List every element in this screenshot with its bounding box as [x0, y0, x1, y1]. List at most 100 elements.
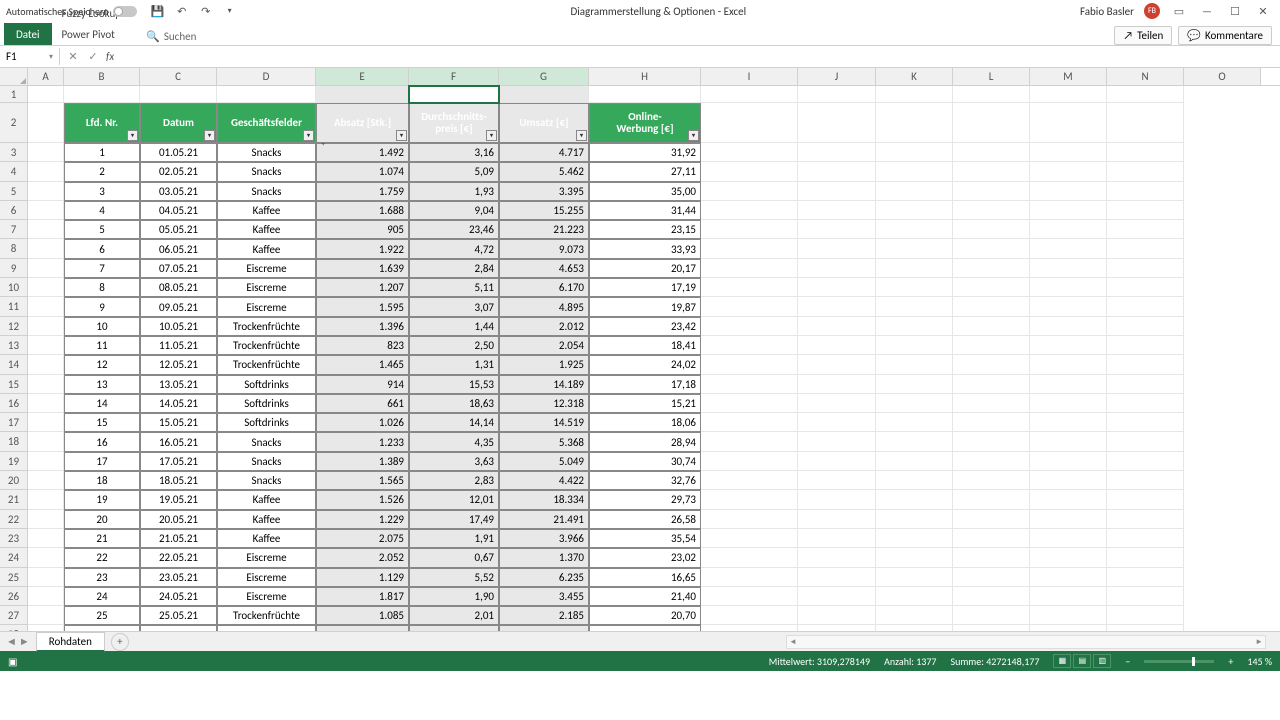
cell[interactable]	[1107, 413, 1184, 432]
cell[interactable]	[953, 259, 1030, 278]
cell-G1[interactable]	[499, 86, 589, 103]
cell[interactable]	[953, 355, 1030, 374]
page-break-view-icon[interactable]: ▥	[1093, 654, 1111, 668]
cell-datum[interactable]: 24.05.21	[140, 587, 217, 606]
row-header-19[interactable]: 19	[0, 452, 27, 471]
cell-lfdnr[interactable]: 2	[64, 162, 140, 181]
cell[interactable]	[798, 259, 876, 278]
cell-preis[interactable]: 5,52	[409, 568, 499, 587]
cell[interactable]	[28, 548, 64, 567]
cell[interactable]	[28, 355, 64, 374]
cell-datum[interactable]: 04.05.21	[140, 201, 217, 220]
cell-lfdnr[interactable]: 21	[64, 529, 140, 548]
cell-datum[interactable]: 22.05.21	[140, 548, 217, 567]
cell[interactable]	[953, 606, 1030, 625]
cell[interactable]	[701, 375, 798, 394]
cell-umsatz[interactable]: 4.653	[499, 259, 589, 278]
cell[interactable]	[798, 239, 876, 258]
column-header-L[interactable]: L	[953, 68, 1030, 85]
cell-absatz[interactable]: 1.639	[316, 259, 409, 278]
cell[interactable]	[1107, 162, 1184, 181]
cell[interactable]	[1030, 259, 1107, 278]
cell-geschaeftsfeld[interactable]: Kaffee	[217, 490, 316, 509]
cell-werbung[interactable]: 24,02	[589, 355, 701, 374]
cell-werbung[interactable]: 35,00	[589, 182, 701, 201]
cell-lfdnr[interactable]: 3	[64, 182, 140, 201]
cell[interactable]	[1030, 471, 1107, 490]
column-header-C[interactable]: C	[140, 68, 217, 85]
cell[interactable]	[701, 452, 798, 471]
cell[interactable]	[953, 529, 1030, 548]
cell[interactable]	[953, 432, 1030, 451]
cell-werbung[interactable]: 31,44	[589, 201, 701, 220]
cell-lfdnr[interactable]: 6	[64, 239, 140, 258]
cell-preis[interactable]: 18,63	[409, 394, 499, 413]
cell[interactable]	[701, 355, 798, 374]
table-header[interactable]: Umsatz [€]▾	[499, 103, 589, 143]
cell[interactable]	[1030, 182, 1107, 201]
cell[interactable]	[876, 162, 953, 181]
row-header-13[interactable]: 13	[0, 336, 27, 355]
row-header-11[interactable]: 11	[0, 297, 27, 316]
cell[interactable]	[1107, 471, 1184, 490]
cell-preis[interactable]: 2,24	[409, 625, 499, 631]
filter-icon[interactable]: ▾	[204, 130, 215, 141]
cell[interactable]	[798, 548, 876, 567]
cell[interactable]	[28, 490, 64, 509]
cell-absatz[interactable]: 1.759	[316, 182, 409, 201]
cell-geschaeftsfeld[interactable]: Snacks	[217, 452, 316, 471]
table-header[interactable]: Lfd. Nr.▾	[64, 103, 140, 143]
cell-werbung[interactable]: 29,73	[589, 490, 701, 509]
qat-dropdown-icon[interactable]: ▾	[223, 4, 237, 18]
cell[interactable]	[798, 103, 876, 143]
cell-werbung[interactable]: 23,42	[589, 317, 701, 336]
name-box[interactable]: F1 ▾	[0, 48, 60, 65]
cell-preis[interactable]: 2,50	[409, 336, 499, 355]
cell[interactable]	[798, 201, 876, 220]
cell[interactable]	[876, 143, 953, 162]
cell[interactable]	[1107, 143, 1184, 162]
cell-lfdnr[interactable]: 24	[64, 587, 140, 606]
cell[interactable]	[798, 297, 876, 316]
cell-werbung[interactable]: 17,18	[589, 375, 701, 394]
cell-geschaeftsfeld[interactable]: Kaffee	[217, 201, 316, 220]
cell-werbung[interactable]: 18,06	[589, 413, 701, 432]
cell[interactable]	[1030, 587, 1107, 606]
row-header-28[interactable]: 28	[0, 625, 27, 631]
cell-K1[interactable]	[876, 86, 953, 103]
cell-umsatz[interactable]: 6.235	[499, 568, 589, 587]
cell[interactable]	[28, 529, 64, 548]
redo-icon[interactable]: ↷	[199, 4, 213, 18]
cell-umsatz[interactable]: 4.422	[499, 471, 589, 490]
row-header-10[interactable]: 10	[0, 278, 27, 297]
cell-datum[interactable]: 20.05.21	[140, 510, 217, 529]
cell[interactable]	[953, 510, 1030, 529]
cancel-formula-icon[interactable]: ✕	[66, 50, 80, 63]
cell-lfdnr[interactable]: 4	[64, 201, 140, 220]
cell-werbung[interactable]: 32,76	[589, 471, 701, 490]
cell-datum[interactable]: 25.05.21	[140, 606, 217, 625]
maximize-icon[interactable]: ☐	[1226, 4, 1244, 18]
cell[interactable]	[798, 394, 876, 413]
cell[interactable]	[1030, 336, 1107, 355]
cell-lfdnr[interactable]: 10	[64, 317, 140, 336]
cell-lfdnr[interactable]: 16	[64, 432, 140, 451]
cell-umsatz[interactable]: 4.895	[499, 297, 589, 316]
cell[interactable]	[798, 606, 876, 625]
cell-werbung[interactable]: 33,93	[589, 239, 701, 258]
cell-geschaeftsfeld[interactable]: Kaffee	[217, 220, 316, 239]
row-header-12[interactable]: 12	[0, 317, 27, 336]
cell[interactable]	[798, 510, 876, 529]
cell[interactable]	[1030, 510, 1107, 529]
cell[interactable]	[1030, 375, 1107, 394]
filter-icon[interactable]: ▾	[688, 130, 699, 141]
column-header-D[interactable]: D	[217, 68, 316, 85]
cell[interactable]	[798, 336, 876, 355]
cell-lfdnr[interactable]: 5	[64, 220, 140, 239]
cell-lfdnr[interactable]: 13	[64, 375, 140, 394]
cell[interactable]	[1107, 182, 1184, 201]
cell[interactable]	[1030, 625, 1107, 631]
cell-datum[interactable]: 16.05.21	[140, 432, 217, 451]
cell[interactable]	[701, 529, 798, 548]
cell[interactable]	[953, 490, 1030, 509]
